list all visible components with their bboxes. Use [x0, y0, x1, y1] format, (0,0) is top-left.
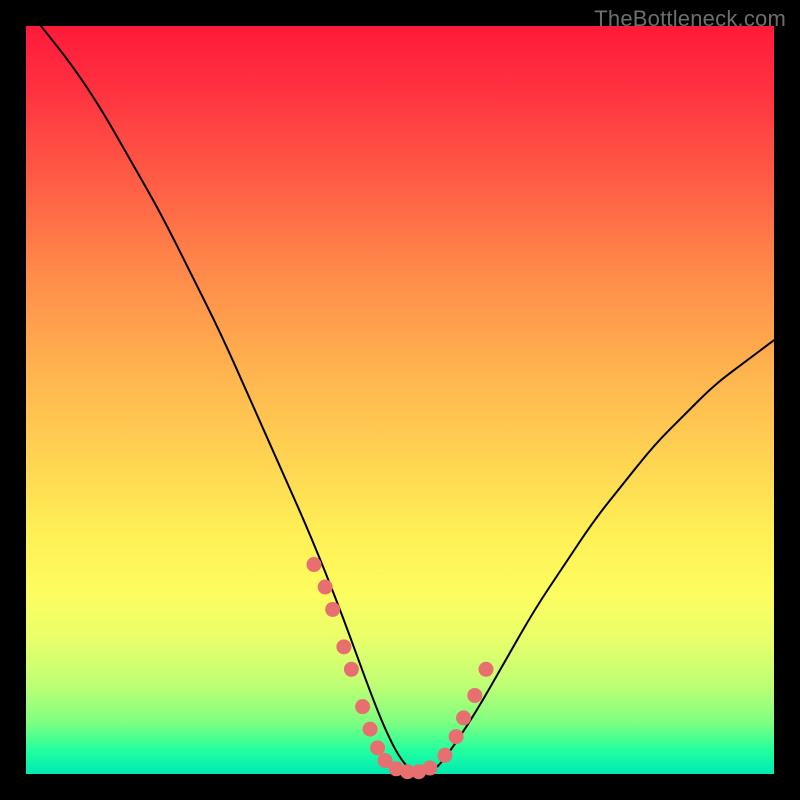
highlight-dot [437, 748, 452, 763]
highlight-dot [370, 740, 385, 755]
highlight-dot [344, 662, 359, 677]
highlight-dot [456, 710, 471, 725]
highlight-dot [467, 688, 482, 703]
chart-overlay [26, 26, 774, 774]
highlight-dot [355, 699, 370, 714]
highlight-dot [306, 557, 321, 572]
highlight-dot [449, 729, 464, 744]
highlight-dot [363, 722, 378, 737]
highlight-dot [422, 761, 437, 776]
bottleneck-curve [41, 26, 774, 774]
highlight-dot [325, 602, 340, 617]
highlight-dot [318, 580, 333, 595]
near-optimum-dots [306, 557, 493, 779]
highlight-dot [479, 662, 494, 677]
highlight-dot [336, 639, 351, 654]
